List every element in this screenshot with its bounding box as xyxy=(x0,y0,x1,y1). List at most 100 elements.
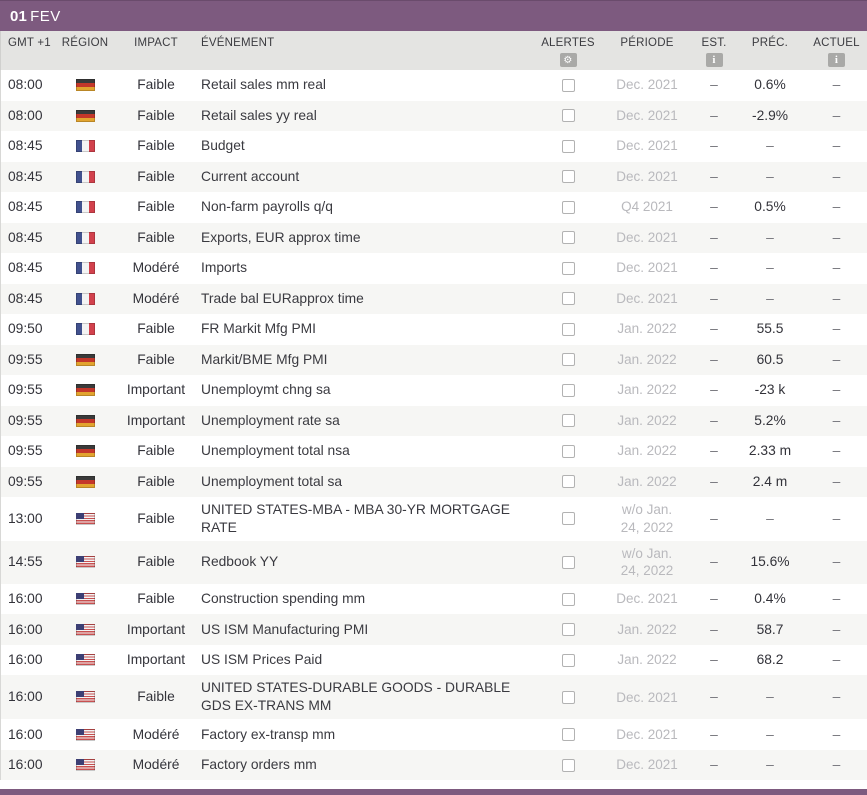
period-label: w/o Jan. 24, 2022 xyxy=(620,545,674,579)
impact-label: Modéré xyxy=(132,260,180,276)
actual-value: – xyxy=(832,443,841,459)
previous-value: – xyxy=(766,168,774,184)
previous-value: 2.33 m xyxy=(748,443,792,459)
alert-checkbox[interactable] xyxy=(561,623,575,637)
alert-checkbox[interactable] xyxy=(561,170,575,184)
region-flag-icon xyxy=(75,728,95,741)
estimate-value: – xyxy=(710,591,718,607)
alert-checkbox[interactable] xyxy=(561,109,575,123)
event-name: UNITED STATES-MBA - MBA 30-YR MORTGAGE R… xyxy=(201,502,510,535)
alert-checkbox[interactable] xyxy=(561,444,575,458)
info-icon[interactable]: i xyxy=(705,53,723,67)
event-name: Unemployment rate sa xyxy=(201,412,340,428)
event-time: 09:55 xyxy=(8,382,43,398)
table-row: 16:00 Important US ISM Manufacturing PMI… xyxy=(1,614,867,645)
previous-value: – xyxy=(766,290,774,306)
previous-value: – xyxy=(766,689,774,705)
estimate-value: – xyxy=(710,652,718,668)
region-flag-icon xyxy=(75,140,95,153)
alert-checkbox[interactable] xyxy=(561,592,575,606)
previous-value: 0.6% xyxy=(754,77,786,93)
previous-value: 0.5% xyxy=(754,199,786,215)
region-flag-icon xyxy=(75,654,95,667)
event-time: 16:00 xyxy=(8,689,43,705)
alert-checkbox[interactable] xyxy=(561,292,575,306)
table-row: 16:00 Faible UNITED STATES-DURABLE GOODS… xyxy=(1,675,867,720)
event-name: FR Markit Mfg PMI xyxy=(201,321,316,337)
alert-checkbox[interactable] xyxy=(561,728,575,742)
event-time: 08:45 xyxy=(8,168,43,184)
event-name: Unemploymt chng sa xyxy=(201,382,331,398)
estimate-value: – xyxy=(710,107,718,123)
actual-value: – xyxy=(832,726,841,742)
region-flag-icon xyxy=(75,109,95,122)
col-header-impact: IMPACT xyxy=(111,37,201,70)
impact-label: Important xyxy=(126,621,186,637)
previous-value: -23 k xyxy=(754,382,786,398)
period-label: Jan. 2022 xyxy=(617,412,677,428)
info-icon[interactable]: i xyxy=(828,53,845,67)
event-name: Trade bal EURapprox time xyxy=(201,290,364,306)
alert-checkbox[interactable] xyxy=(561,475,575,489)
event-time: 14:55 xyxy=(8,554,43,570)
alert-checkbox[interactable] xyxy=(561,555,575,569)
alert-checkbox[interactable] xyxy=(561,690,575,704)
col-header-region-label: RÉGION xyxy=(61,37,109,49)
actual-value: – xyxy=(832,199,841,215)
alert-checkbox[interactable] xyxy=(561,353,575,367)
alert-checkbox[interactable] xyxy=(561,414,575,428)
previous-value: 15.6% xyxy=(750,554,790,570)
previous-value: – xyxy=(766,510,774,526)
col-header-time: GMT +1 xyxy=(1,37,59,70)
table-row: 13:00 Faible UNITED STATES-MBA - MBA 30-… xyxy=(1,497,867,541)
event-time: 08:45 xyxy=(8,290,43,306)
alert-checkbox[interactable] xyxy=(561,231,575,245)
alert-checkbox[interactable] xyxy=(561,78,575,92)
event-name: Retail sales mm real xyxy=(201,77,326,93)
previous-value: -2.9% xyxy=(751,107,789,123)
alert-checkbox[interactable] xyxy=(561,653,575,667)
impact-label: Faible xyxy=(137,443,175,459)
estimate-value: – xyxy=(710,473,718,489)
actual-value: – xyxy=(832,757,841,773)
event-time: 09:55 xyxy=(8,351,43,367)
estimate-value: – xyxy=(710,726,718,742)
column-header-row: GMT +1 RÉGION IMPACT ÉVÉNEMENT ALERTES ⚙… xyxy=(0,31,867,70)
alert-checkbox[interactable] xyxy=(561,261,575,275)
estimate-value: – xyxy=(710,554,718,570)
period-label: Jan. 2022 xyxy=(617,351,677,367)
economic-calendar: 01 FEV GMT +1 RÉGION IMPACT ÉVÉNEMENT AL… xyxy=(0,0,867,795)
alert-checkbox[interactable] xyxy=(561,512,575,526)
event-time: 16:00 xyxy=(8,591,43,607)
previous-value: – xyxy=(766,138,774,154)
table-row: 08:45 Modéré Imports Dec. 2021 – – – xyxy=(1,253,867,284)
event-name: Retail sales yy real xyxy=(201,107,317,123)
actual-value: – xyxy=(832,168,841,184)
alert-checkbox[interactable] xyxy=(561,200,575,214)
col-header-period: PÉRIODE xyxy=(600,37,694,70)
impact-label: Faible xyxy=(137,229,175,245)
region-flag-icon xyxy=(75,512,95,525)
period-label: Dec. 2021 xyxy=(616,107,678,123)
previous-value: 55.5 xyxy=(756,321,784,337)
period-label: Dec. 2021 xyxy=(616,591,678,607)
event-time: 13:00 xyxy=(8,510,43,526)
estimate-value: – xyxy=(710,77,718,93)
region-flag-icon xyxy=(75,414,95,427)
event-time: 08:45 xyxy=(8,229,43,245)
previous-value: 60.5 xyxy=(756,351,784,367)
impact-label: Faible xyxy=(137,321,175,337)
alert-checkbox[interactable] xyxy=(561,383,575,397)
alert-checkbox[interactable] xyxy=(561,139,575,153)
col-header-actual: ACTUEL i xyxy=(806,37,867,70)
estimate-value: – xyxy=(710,689,718,705)
event-name: Factory orders mm xyxy=(201,757,317,773)
gear-icon[interactable]: ⚙ xyxy=(559,53,577,67)
table-row: 08:45 Faible Budget Dec. 2021 – – – xyxy=(1,131,867,162)
region-flag-icon xyxy=(75,593,95,606)
actual-value: – xyxy=(832,510,841,526)
col-header-time-label: GMT +1 xyxy=(8,37,51,49)
alert-checkbox[interactable] xyxy=(561,758,575,772)
table-row: 08:45 Faible Exports, EUR approx time De… xyxy=(1,222,867,253)
alert-checkbox[interactable] xyxy=(561,322,575,336)
